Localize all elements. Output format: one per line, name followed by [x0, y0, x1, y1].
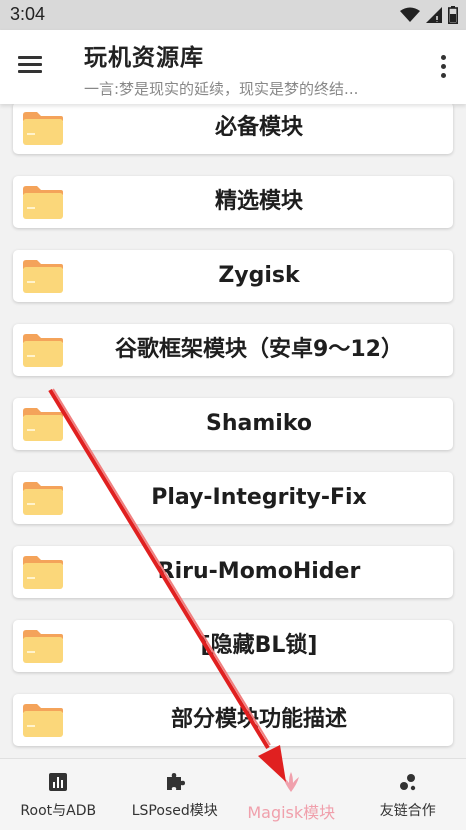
list-item-label: Play-Integrity-Fix	[151, 485, 367, 510]
nav-label: LSPosed模块	[131, 803, 218, 819]
signal-icon	[426, 7, 442, 23]
nav-label: Root与ADB	[20, 803, 97, 819]
more-dot	[441, 55, 446, 60]
app-bar: 玩机资源库 一言:梦是现实的延续，现实是梦的终结...	[0, 30, 466, 104]
menu-icon-line	[18, 56, 42, 59]
list-item[interactable]: 部分模块功能描述	[13, 694, 453, 746]
more-dot	[441, 73, 446, 78]
list-item-label: [隐藏BL锁]	[200, 633, 318, 658]
nav-tab-lsposed[interactable]: LSPosed模块	[117, 759, 234, 830]
folder-icon	[23, 186, 63, 219]
list-item-label: 精选模块	[214, 189, 303, 214]
module-list[interactable]: 必备模块 精选模块 Zygisk 谷歌框架模块（安卓9～12） Shamiko …	[0, 104, 466, 758]
list-item-label: Riru-MomoHider	[157, 559, 361, 584]
bar-chart-icon	[49, 773, 68, 791]
nav-tab-root-adb[interactable]: Root与ADB	[0, 759, 117, 830]
folder-icon	[23, 112, 63, 145]
status-icons	[400, 5, 458, 25]
list-item[interactable]: [隐藏BL锁]	[13, 620, 453, 672]
folder-icon	[23, 556, 63, 589]
folder-icon	[23, 260, 63, 293]
battery-icon	[448, 6, 458, 24]
app-title: 玩机资源库	[84, 45, 204, 71]
list-item[interactable]: Shamiko	[13, 398, 453, 450]
status-bar: 3:04	[0, 0, 466, 30]
menu-icon-line	[18, 63, 42, 66]
nav-tab-magisk[interactable]: Magisk模块	[233, 759, 350, 830]
nav-label: 友链合作	[379, 803, 436, 819]
menu-button[interactable]	[18, 52, 54, 82]
bottom-navigation: Root与ADB LSPosed模块 Magisk模块 友链合作	[0, 758, 466, 830]
list-item[interactable]: Zygisk	[13, 250, 453, 302]
app-subtitle: 一言:梦是现实的延续，现实是梦的终结...	[84, 80, 359, 98]
list-item-label: Shamiko	[206, 411, 312, 436]
more-options-button[interactable]	[440, 55, 448, 81]
folder-icon	[23, 704, 63, 737]
list-item-label: Zygisk	[218, 263, 300, 288]
list-item-label: 部分模块功能描述	[170, 707, 347, 732]
list-item[interactable]: Play-Integrity-Fix	[13, 472, 453, 524]
folder-icon	[23, 408, 63, 441]
wifi-icon	[400, 7, 420, 22]
magisk-icon	[283, 772, 300, 792]
folder-icon	[23, 482, 63, 515]
list-item[interactable]: 谷歌框架模块（安卓9～12）	[13, 324, 453, 376]
list-item-label: 谷歌框架模块（安卓9～12）	[115, 337, 403, 362]
status-time: 3:04	[10, 4, 46, 24]
nav-tab-friend-links[interactable]: 友链合作	[350, 759, 466, 830]
list-item-label: 必备模块	[214, 115, 303, 140]
menu-icon-line	[18, 70, 42, 73]
folder-icon	[23, 630, 63, 663]
more-dot	[441, 64, 446, 69]
list-item[interactable]: 精选模块	[13, 176, 453, 228]
puzzle-icon	[166, 773, 185, 790]
folder-icon	[23, 334, 63, 367]
list-item[interactable]: Riru-MomoHider	[13, 546, 453, 598]
bubbles-icon	[399, 774, 415, 791]
list-item[interactable]: 必备模块	[13, 104, 453, 154]
nav-label: Magisk模块	[247, 803, 336, 822]
